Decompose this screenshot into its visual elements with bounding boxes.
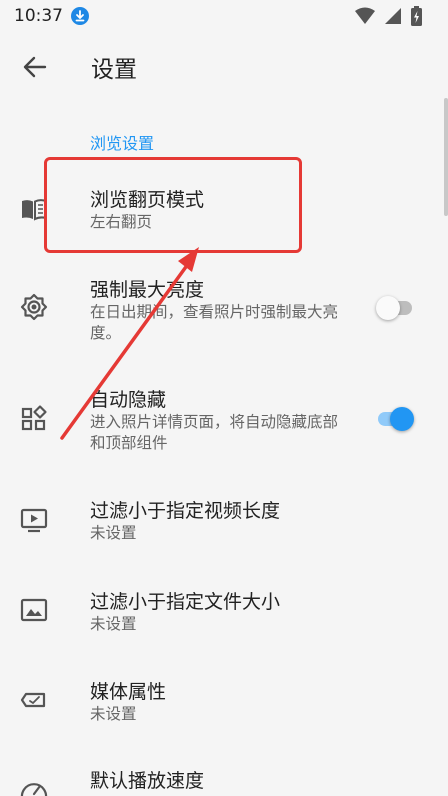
pref-filter-file-size[interactable]: 过滤小于指定文件大小 未设置 — [0, 570, 448, 654]
brightness-gear-icon — [20, 293, 48, 321]
pref-summary: 未设置 — [90, 615, 137, 633]
pref-summary: 在日出期间，查看照片时强制最大亮度。 — [90, 303, 339, 342]
wifi-icon — [355, 7, 375, 24]
pref-summary: 未设置 — [90, 705, 137, 723]
arrow-back-icon — [23, 56, 47, 78]
status-icons — [355, 6, 422, 26]
pref-page-turn-mode[interactable]: 浏览翻页模式 左右翻页 — [0, 158, 448, 258]
book-open-icon — [22, 199, 47, 221]
app-bar: 设置 — [0, 32, 448, 100]
pref-filter-video-length[interactable]: 过滤小于指定视频长度 未设置 — [0, 480, 448, 564]
widgets-icon — [21, 405, 47, 431]
brightness-switch[interactable] — [376, 294, 416, 322]
download-icon — [71, 7, 89, 25]
page-title: 设置 — [91, 57, 137, 83]
pref-title: 过滤小于指定视频长度 — [90, 500, 281, 522]
pref-title: 媒体属性 — [90, 681, 167, 703]
pref-auto-hide[interactable]: 自动隐藏 进入照片详情页面，将自动隐藏底部和顶部组件 — [0, 370, 448, 466]
pref-title: 过滤小于指定文件大小 — [90, 591, 281, 613]
pref-force-max-brightness[interactable]: 强制最大亮度 在日出期间，查看照片时强制最大亮度。 — [0, 262, 448, 354]
pref-summary: 左右翻页 — [90, 213, 153, 231]
switch-thumb — [390, 407, 414, 431]
pref-media-attributes[interactable]: 媒体属性 未设置 — [0, 660, 448, 744]
battery-icon — [411, 6, 422, 26]
image-frame-icon — [20, 598, 48, 622]
section-title: 浏览设置 — [90, 134, 155, 153]
video-screen-icon — [20, 508, 48, 533]
pref-title: 强制最大亮度 — [90, 279, 205, 301]
switch-thumb — [376, 296, 400, 320]
signal-icon — [385, 8, 401, 24]
pref-default-playback-speed[interactable]: 默认播放速度 — [0, 752, 448, 796]
status-bar: 10:37 — [0, 0, 448, 32]
auto-hide-switch[interactable] — [376, 405, 416, 433]
pref-title: 默认播放速度 — [90, 770, 205, 792]
back-button[interactable] — [20, 52, 50, 82]
pref-summary: 进入照片详情页面，将自动隐藏底部和顶部组件 — [90, 413, 339, 452]
pref-title: 浏览翻页模式 — [90, 189, 205, 211]
pref-title: 自动隐藏 — [90, 389, 167, 411]
tag-icon — [20, 692, 46, 708]
pref-summary: 未设置 — [90, 524, 137, 542]
speedometer-icon — [20, 783, 48, 796]
status-time: 10:37 — [14, 6, 63, 26]
